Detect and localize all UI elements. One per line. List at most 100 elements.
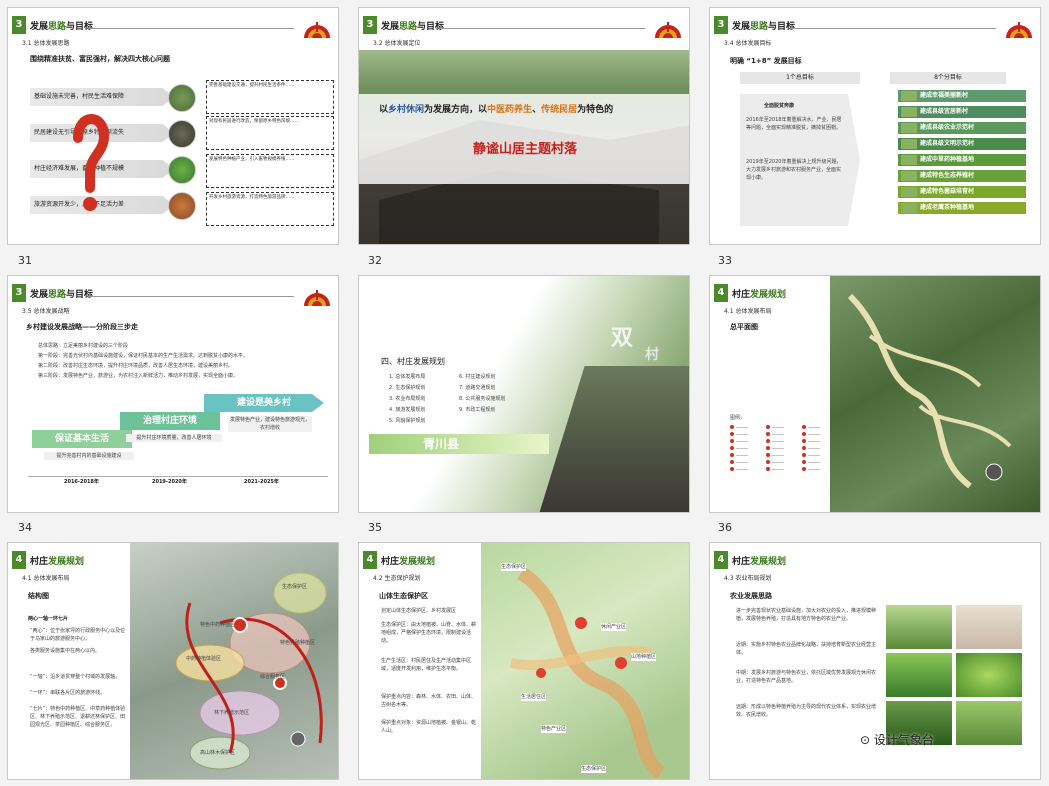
map-label: 高山林木保护区 <box>200 750 236 756</box>
strategy-line-3: 第三阶段：发展特色产业，旅游业，为农村注入新鲜活力，推动乡村发展，实现全面小康。 <box>38 373 239 379</box>
section-subtitle: 4.1 总体发展布局 <box>724 308 772 315</box>
one-goal-text-1: 2016年至2018年着重解决水、产业、民居等问题，全面实现精准脱贫，摘掉贫困帽… <box>746 117 842 131</box>
agri-para-2: 近期：实施乡村特色农业品牌化战略，扶持培育新型农业经营主体。 <box>736 642 877 656</box>
header-rule <box>88 28 294 29</box>
agri-para-3: 中期：发展乡村旅游与特色农业，依托区域优势发展观光休闲农业，打造特色农产品基地。 <box>736 670 877 684</box>
logo-icon <box>304 22 330 38</box>
header-rule <box>790 28 996 29</box>
structure-axis: “一轴”：沿乡道贯穿整个村域的发展轴。 <box>30 674 121 680</box>
note-box-1: 完善基础建设交通，提升村民生活条件…… <box>206 80 334 114</box>
structure-seven: “七片”：特色中药种植区、中草药种植体验区、林下养殖示范区、退耕还林保护区、田园… <box>30 706 126 728</box>
slide-thumbnail-31[interactable]: 3 发展思路与目标 3.1 总体发展思路 围绕精准扶贫、富民强村，解决四大核心问… <box>7 7 339 245</box>
slide-thumbnail-36[interactable]: 4 村庄发展规划 4.1 总体发展布局 总平面图 图例： ——— ——— ——— ——… <box>709 275 1041 513</box>
section-number: 3 <box>12 16 26 34</box>
legend-marker-icon <box>802 467 806 471</box>
legend-marker-icon <box>802 439 806 443</box>
positioning-statement: 以乡村休闲为发展方向，以中医药养生、传统民居为特色的 <box>379 105 614 115</box>
goal-item-5: 建成中草药种植基地 <box>898 154 1026 166</box>
note-box-3: 发展特色种植产业，引入畜牧规模养殖…… <box>206 154 334 188</box>
header-rule <box>439 28 645 29</box>
legend-marker-icon <box>730 467 734 471</box>
legend-marker-icon <box>802 432 806 436</box>
toc-item[interactable]: 2. 生态保护规划 <box>389 383 425 394</box>
county-name: 青川县 <box>423 437 460 451</box>
note-box-4: 开发乡村旅游资源，打造特色旅游品牌…… <box>206 192 334 226</box>
one-goal-title: 全面脱贫奔康 <box>764 103 795 109</box>
photo-harvest <box>956 701 1022 745</box>
legend-marker-icon <box>730 425 734 429</box>
step-note-3: 发展特色产业，建设特色旅游观光，农村增收 <box>228 416 312 432</box>
site-plan-map <box>830 276 1040 512</box>
eight-goals-label: 8个分目标 <box>890 72 1006 84</box>
goal-item-7: 建成特色菌菇培育村 <box>898 186 1026 198</box>
slide-title: 发展思路与目标 <box>30 290 94 300</box>
legend-marker-icon <box>766 439 770 443</box>
eco-para-1: 生态保护区：由大地植被、山脊、水体、耕地组成，严格保护生态环境，限制建设活动。 <box>381 622 477 644</box>
problem-arrow-1: 基础设施未完善，村民生活难保障 <box>30 88 174 106</box>
slide-thumbnail-39[interactable]: 4 村庄发展规划 4.3 农业布局规划 农业发展思路 进一步完善现状农业基础设施… <box>709 542 1041 780</box>
toc-item[interactable]: 6. 村庄建设规划 <box>459 372 505 383</box>
logo-icon <box>1006 22 1032 38</box>
section-subtitle: 4.1 总体发展布局 <box>22 575 70 582</box>
slide-header: 4 村庄发展规划 <box>710 551 1040 569</box>
agri-para-1: 进一步完善现状农业基础设施，加大对农业的投入，推进规模种植，发展特色养殖，打造具… <box>736 608 877 622</box>
page-number: 36 <box>718 521 732 534</box>
slide-thumbnail-38[interactable]: 4 村庄发展规划 4.2 生态保护规划 山体生态保护区 划定山体生态保护区、乡村… <box>358 542 690 780</box>
goal-item-1: 建成幸福美丽新村 <box>898 90 1026 102</box>
page-number: 34 <box>18 521 32 534</box>
slide-heading: 山体生态保护区 <box>379 592 428 600</box>
toc-item[interactable]: 3. 农业布局规划 <box>389 394 425 405</box>
goal-photo-icon <box>901 155 917 165</box>
toc-item[interactable]: 5. 风貌保护规划 <box>389 416 425 427</box>
eco-para-4: 保护重点对象：资源山地植被、金银山、乾人山。 <box>381 720 477 734</box>
slide-heading: 明确 “1+8” 发展目标 <box>730 57 802 65</box>
legend-marker-icon <box>802 425 806 429</box>
toc-item[interactable]: 1. 总体发展布局 <box>389 372 425 383</box>
goal-photo-icon <box>901 91 917 101</box>
slide-thumbnail-35[interactable]: 双 村 四、村庄发展规划 1. 总体发展布局 2. 生态保护规划 3. 农业布局… <box>358 275 690 513</box>
legend-marker-icon <box>802 446 806 450</box>
step-note-2: 提升村庄环境质量，改善人居环境 <box>126 434 222 442</box>
toc-left: 1. 总体发展布局 2. 生态保护规划 3. 农业布局规划 4. 旅游发展规划 … <box>389 372 425 427</box>
map-label: 中药种植体验区 <box>186 656 222 662</box>
step-bar-3: 建设是美乡村 <box>204 394 324 412</box>
legend-marker-icon <box>802 460 806 464</box>
header-rule <box>88 296 294 297</box>
toc-item[interactable]: 4. 旅游发展规划 <box>389 405 425 416</box>
slide-header: 3 发展思路与目标 <box>8 16 338 38</box>
toc-item[interactable]: 8. 公共服务设施规划 <box>459 394 505 405</box>
section-subtitle: 3.4 总体发展目标 <box>724 40 772 47</box>
slide-thumbnail-34[interactable]: 3 发展思路与目标 3.5 总体发展战略 乡村建设发展战略——分阶段三步走 总体… <box>7 275 339 513</box>
legend-marker-icon <box>766 446 770 450</box>
slide-title: 村庄发展规划 <box>732 557 787 567</box>
slide-title: 村庄发展规划 <box>30 557 85 567</box>
goal-item-6: 建成特色生态养殖村 <box>898 170 1026 182</box>
question-mark-graphic <box>70 108 110 218</box>
slide-thumbnail-37[interactable]: 4 村庄发展规划 4.1 总体发展布局 结构图 两心一轴一环七片 “两心”：位于… <box>7 542 339 780</box>
page-number: 31 <box>18 254 32 267</box>
photo-pigs <box>956 605 1022 649</box>
legend-marker-icon <box>730 446 734 450</box>
structure-map: 生态保护区 中药种植体验区 特色中药种植区 特色养殖种植区 综合服务区 林下养殖… <box>130 543 338 779</box>
slide-heading: 围绕精准扶贫、富民强村，解决四大核心问题 <box>30 55 170 63</box>
legend-marker-icon <box>730 460 734 464</box>
eco-para-3: 保护重点内容：森林、水体、农田、山体、古树名木等。 <box>381 694 477 708</box>
slide-title: 发展思路与目标 <box>30 22 94 32</box>
slide-heading: 乡村建设发展战略——分阶段三步走 <box>26 323 138 331</box>
toc-item[interactable]: 7. 道路交通规划 <box>459 383 505 394</box>
page-number: 32 <box>368 254 382 267</box>
goal-item-4: 建成县级文明示范村 <box>898 138 1026 150</box>
slide-heading: 结构图 <box>28 592 49 600</box>
one-goal-text-2: 2019年至2020年着重解决上规升级问题，大力发展乡村旅游和农村服务产业，全面… <box>746 159 842 181</box>
step-note-1: 提升完善村内的基础设施建设 <box>44 452 134 460</box>
structure-ring: “一环”：串联各片区的旅游环线。 <box>30 690 106 696</box>
strategy-line-2: 第二阶段：改善村庄生态环境，提升村庄环境品质，改善人居生态环境，建设美丽乡村。 <box>38 363 234 369</box>
slide-thumbnail-32[interactable]: 3 发展思路与目标 3.2 总体发展定位 以乡村休闲为发展方向，以中医药养生、传… <box>358 7 690 245</box>
photo-old-houses <box>168 120 196 148</box>
watermark: ⊙ 设计气象台 <box>860 733 934 747</box>
cover-big-char-1: 双 <box>611 326 634 351</box>
slide-thumbnail-33[interactable]: 3 发展思路与目标 3.4 总体发展目标 明确 “1+8” 发展目标 1个总目标… <box>709 7 1041 245</box>
section-subtitle: 4.3 农业布局规划 <box>724 575 772 582</box>
toc-item[interactable]: 9. 市政工程规划 <box>459 405 505 416</box>
section-number: 4 <box>363 551 377 569</box>
